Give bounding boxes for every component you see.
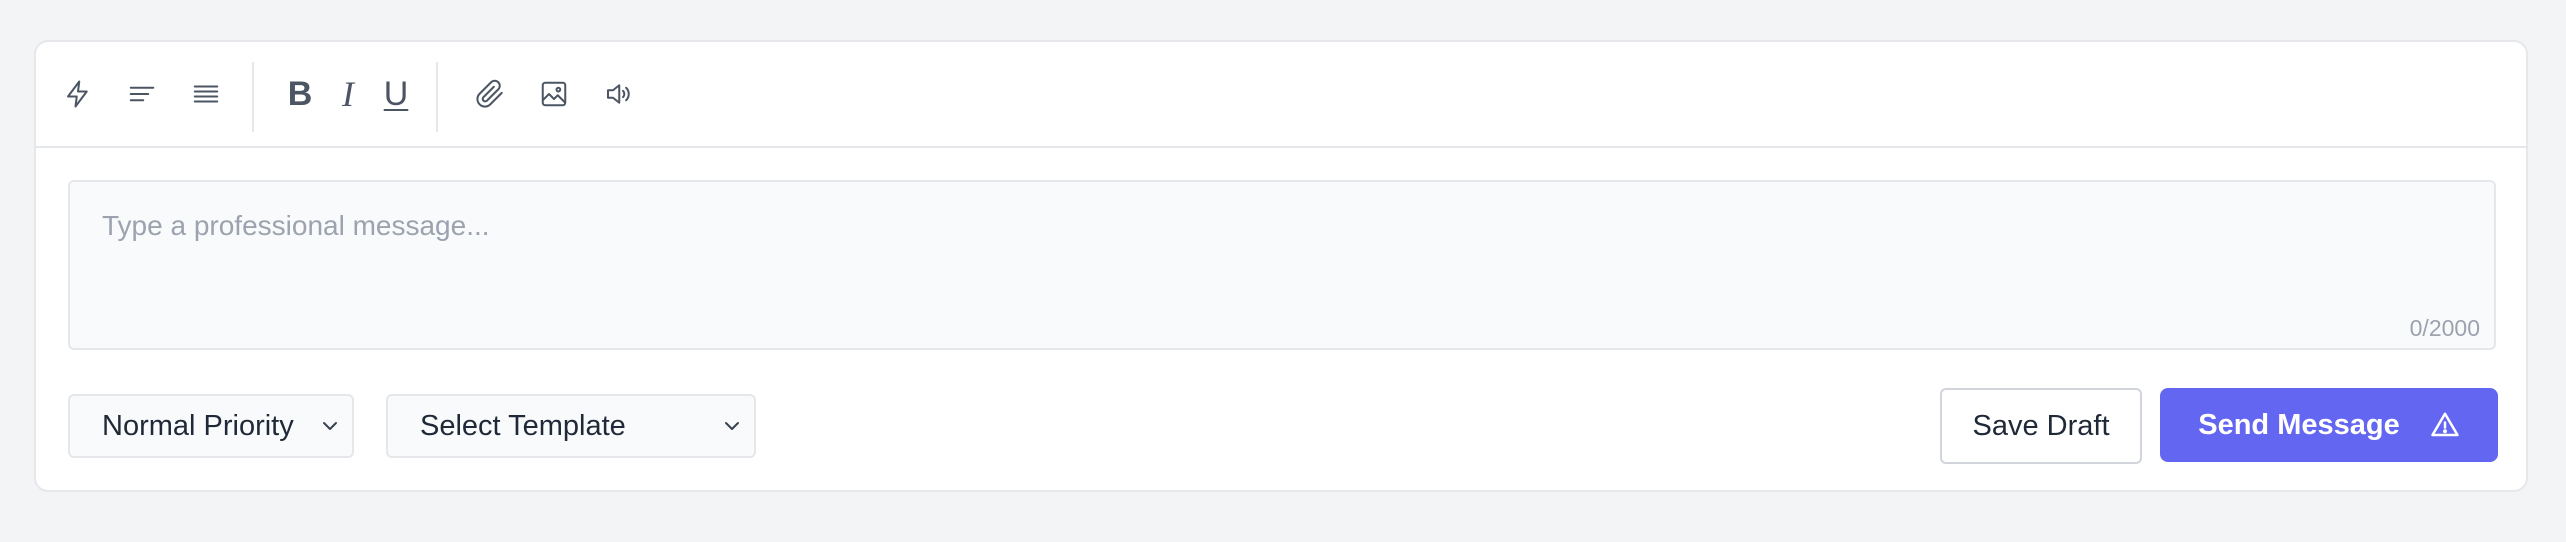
formatting-toolbar: B I U <box>36 42 2526 148</box>
send-message-label: Send Message <box>2198 408 2400 441</box>
warning-triangle-icon <box>2430 410 2460 440</box>
character-counter: 0/2000 <box>2409 315 2480 341</box>
underline-label: U <box>383 75 409 113</box>
bold-label: B <box>287 75 313 113</box>
toolbar-divider <box>252 62 254 132</box>
priority-select[interactable]: Normal Priority <box>68 394 354 458</box>
quick-actions-button[interactable] <box>54 70 102 118</box>
template-select-value: Select Template <box>420 409 626 442</box>
speaker-icon <box>607 84 630 104</box>
toolbar-divider <box>436 62 438 132</box>
message-editor: 0/2000 <box>68 180 2496 350</box>
italic-label: I <box>342 74 354 114</box>
message-composer: B I U Type a professional message... 0/2… <box>34 40 2528 492</box>
attach-file-button[interactable] <box>466 70 514 118</box>
italic-button[interactable]: I <box>324 70 372 118</box>
bold-button[interactable]: B <box>276 70 324 118</box>
underline-button[interactable]: U <box>372 70 420 118</box>
chevron-down-icon <box>725 422 739 430</box>
align-left-button[interactable] <box>118 70 166 118</box>
priority-select-value: Normal Priority <box>102 409 294 442</box>
template-select[interactable]: Select Template <box>386 394 756 458</box>
save-draft-button[interactable]: Save Draft <box>1940 388 2142 464</box>
save-draft-label: Save Draft <box>1972 409 2110 442</box>
align-left-icon <box>129 86 155 102</box>
message-input[interactable] <box>70 182 2494 348</box>
align-justify-button[interactable] <box>182 70 230 118</box>
insert-image-button[interactable] <box>530 70 578 118</box>
send-message-button[interactable]: Send Message <box>2160 388 2498 462</box>
lightning-icon <box>67 80 88 108</box>
chevron-down-icon <box>323 422 337 430</box>
paperclip-icon <box>476 79 503 108</box>
align-justify-icon <box>193 85 219 103</box>
image-icon <box>541 81 567 107</box>
audio-button[interactable] <box>594 70 642 118</box>
